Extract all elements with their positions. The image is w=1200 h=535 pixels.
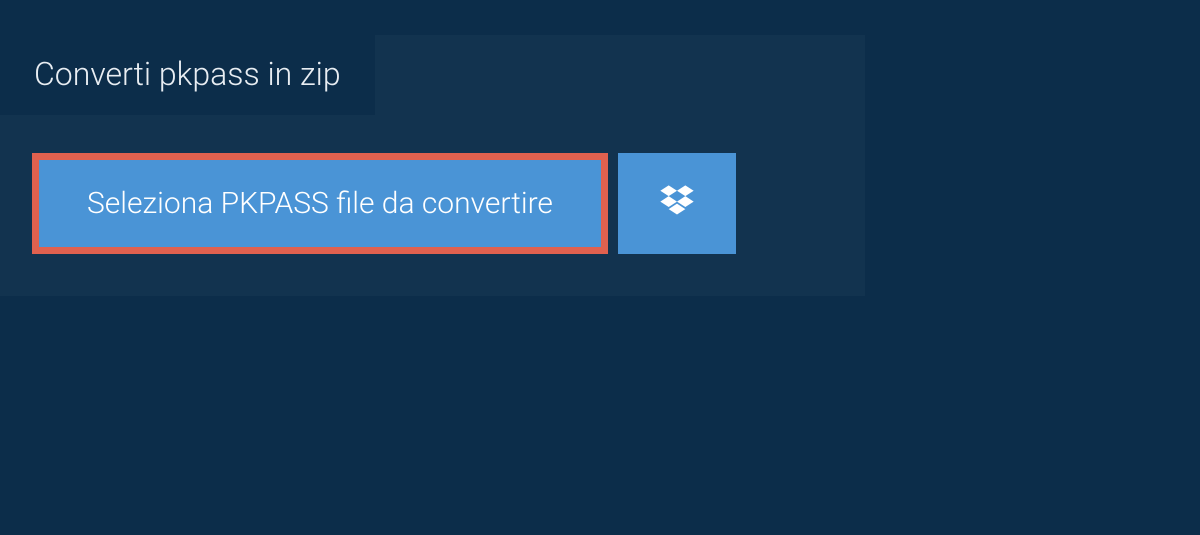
button-row: Seleziona PKPASS file da convertire bbox=[0, 115, 865, 296]
dropbox-icon bbox=[657, 182, 697, 226]
converter-panel: Converti pkpass in zip Seleziona PKPASS … bbox=[0, 35, 865, 296]
dropbox-button[interactable] bbox=[618, 153, 736, 254]
tab-convert[interactable]: Converti pkpass in zip bbox=[0, 35, 375, 115]
select-file-label: Seleziona PKPASS file da convertire bbox=[87, 186, 553, 221]
tab-label: Converti pkpass in zip bbox=[34, 55, 341, 93]
tab-row: Converti pkpass in zip bbox=[0, 35, 865, 115]
select-file-button[interactable]: Seleziona PKPASS file da convertire bbox=[32, 153, 608, 254]
